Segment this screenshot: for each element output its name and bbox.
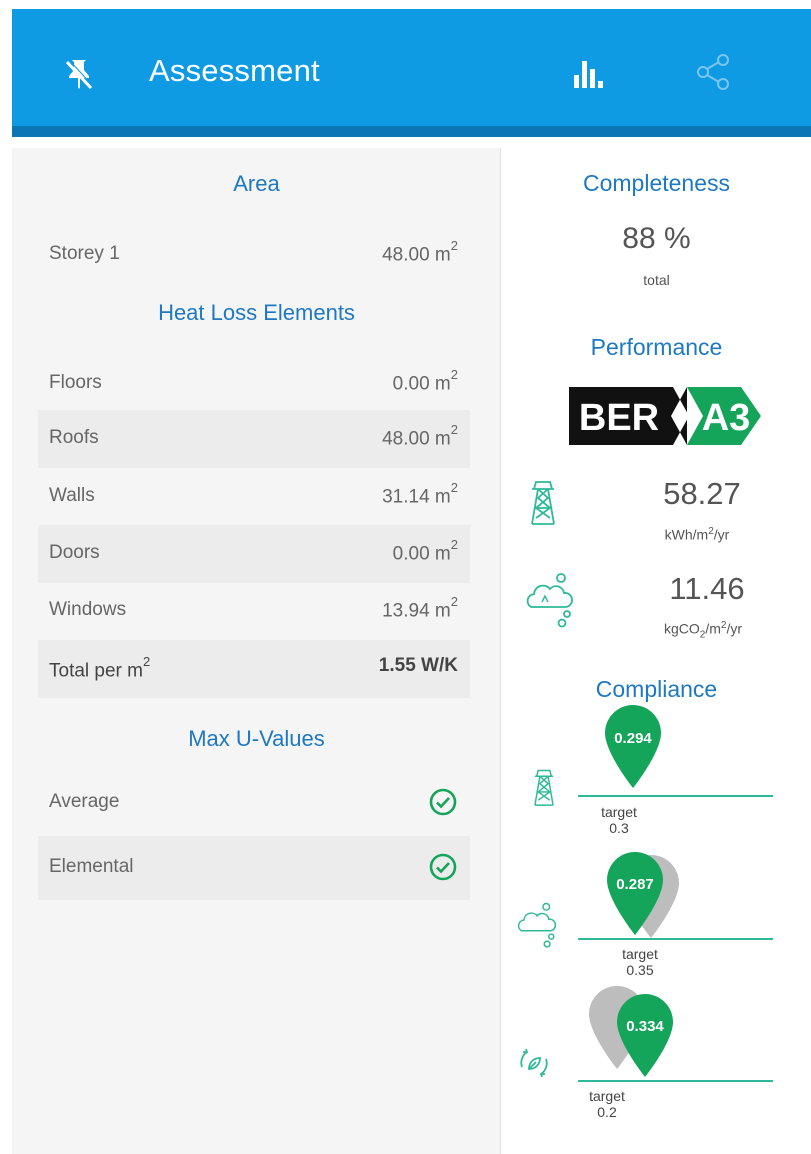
max-u-row-average: Average [38,774,470,832]
app-header: Assessment [12,9,811,137]
co2-cloud-icon [517,902,557,948]
compliance-value: 0.287 [616,876,654,893]
pin-marker-icon [617,994,673,1077]
compliance-value-pin: 0.294 [603,703,663,793]
area-section-title: Area [233,171,280,196]
compliance-axis-line [578,795,773,797]
compliance-value-pin: 0.287 [605,850,665,940]
row-label: Walls [49,485,95,506]
ber-grade: A3 [702,397,751,439]
compliance-value: 0.334 [626,1018,664,1035]
row-label: Average [49,791,120,812]
compliance-axis-line [578,938,773,940]
completeness-title: Completeness [582,170,731,196]
energy-unit: kWh/m2/yr [664,526,730,543]
row-value: 1.55 W/K [378,655,458,676]
row-label: Elemental [49,856,134,877]
heat-loss-row-total: Total per m2 1.55 W/K [38,640,470,698]
row-value: 48.00 m2 [382,238,458,266]
completeness-caption: total [643,272,670,288]
row-label: Roofs [49,427,99,448]
row-value: 48.00 m2 [382,422,458,450]
share-icon[interactable] [695,53,731,91]
row-label: Doors [49,542,100,563]
max-u-row-elemental: Elemental [38,836,470,900]
heat-loss-row-walls: Walls 31.14 m2 [38,468,470,526]
row-label: Floors [49,372,102,393]
page-title: Assessment [149,53,320,88]
row-value: 13.94 m2 [382,594,458,622]
heat-loss-row-doors: Doors 0.00 m2 [38,525,470,583]
row-label: Storey 1 [49,243,120,264]
co2-cloud-icon [526,573,573,628]
performance-title: Performance [590,334,723,360]
row-value: 31.14 m2 [382,480,458,508]
compliance-target: target 0.3 [601,804,637,836]
row-label: Windows [49,599,127,620]
compliance-title: Compliance [595,676,718,702]
compliance-value: 0.294 [614,730,652,747]
max-u-section-title: Max U-Values [188,726,325,751]
pin-marker-icon [605,705,661,788]
renewable-leaf-icon [520,1048,548,1078]
heat-loss-row-floors: Floors 0.00 m2 [38,355,470,413]
compliance-value-pin: 0.334 [615,992,675,1082]
pylon-icon [534,769,554,806]
ber-badge: BER A3 [569,387,761,445]
pin-off-icon[interactable] [64,57,94,91]
row-value: 0.00 m2 [392,537,458,565]
co2-unit: kgCO2/m2/yr [663,620,743,641]
row-value: 0.00 m2 [392,367,458,395]
heat-loss-row-windows: Windows 13.94 m2 [38,582,470,640]
co2-value: 11.46 [669,571,745,606]
check-circle-icon [429,788,457,816]
pylon-icon [531,481,555,525]
row-label: Total per m2 [49,654,151,682]
compliance-axis-line [578,1080,773,1082]
summary-panel: Area Storey 1 48.00 m2 Heat Loss Element… [12,148,501,1154]
app-frame: Assessment Area Storey 1 48.00 m2 Heat L… [12,9,811,1154]
energy-value: 58.27 [663,476,741,511]
heat-loss-row-roofs: Roofs 48.00 m2 [38,410,470,468]
ber-label: BER [579,397,659,439]
bar-chart-icon[interactable] [572,58,604,90]
results-panel: Completeness 88 % total Performance BER … [502,148,811,1154]
area-row-storey-1: Storey 1 48.00 m2 [38,226,470,284]
check-circle-icon [429,853,457,881]
heat-loss-section-title: Heat Loss Elements [158,300,355,325]
compliance-target: target 0.2 [589,1088,625,1120]
completeness-value: 88 % [622,222,691,255]
compliance-target: target 0.35 [622,946,658,978]
pin-marker-icon [607,852,663,935]
